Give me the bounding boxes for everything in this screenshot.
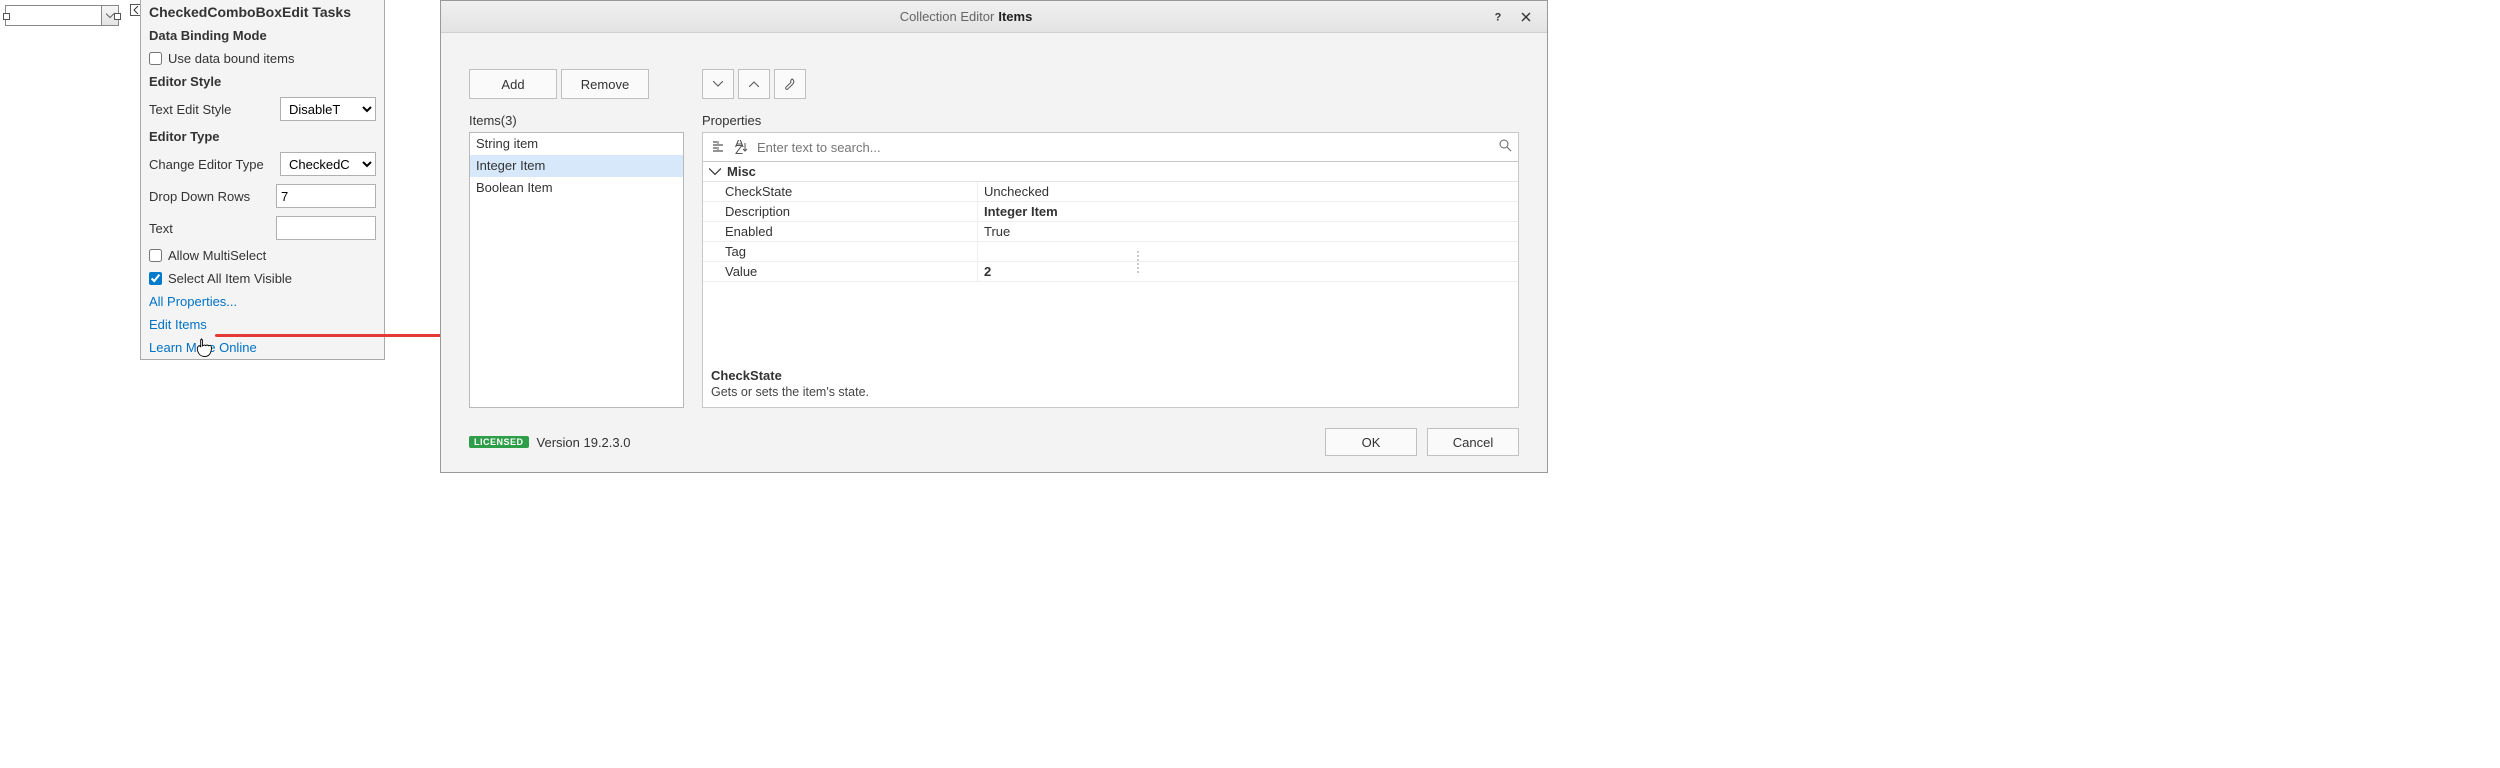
use-data-bound-items-label: Use data bound items [168,51,294,66]
svg-text:?: ? [1495,12,1502,22]
alphabetical-icon: AZ [735,140,749,154]
change-editor-type-label: Change Editor Type [149,157,264,172]
property-description-body: Gets or sets the item's state. [711,385,1510,399]
property-name: Value [703,262,978,281]
properties-search-bar: AZ [702,132,1519,161]
categorized-view-button[interactable] [709,138,727,156]
dialog-titlebar: Collection Editor Items ? [441,1,1547,33]
tasks-title: CheckedComboBoxEdit Tasks [141,0,384,24]
select-all-visible-checkbox[interactable]: Select All Item Visible [149,271,292,286]
move-down-button[interactable] [702,69,734,99]
category-label: Misc [727,164,756,179]
allow-multiselect-checkbox[interactable]: Allow MultiSelect [149,248,266,263]
text-input[interactable] [276,216,376,240]
property-value[interactable]: Integer Item [978,202,1518,221]
property-value[interactable]: 2 [978,262,1518,281]
text-label: Text [149,221,173,236]
property-value[interactable]: Unchecked [978,182,1518,201]
list-item[interactable]: String item [470,133,683,155]
move-up-button[interactable] [738,69,770,99]
combo-dropdown-button[interactable] [101,6,118,25]
remove-button[interactable]: Remove [561,69,649,99]
dialog-title-subject: Items [998,9,1032,24]
license-badge: LICENSED [469,436,529,448]
help-icon: ? [1493,12,1503,22]
property-name: Tag [703,242,978,261]
learn-more-link[interactable]: Learn More Online [149,340,257,355]
property-description-title: CheckState [711,368,1510,383]
property-grid[interactable]: Misc CheckStateUncheckedDescriptionInteg… [702,161,1519,408]
section-editor-type: Editor Type [141,125,384,148]
list-item[interactable]: Integer Item [470,155,683,177]
properties-label: Properties [702,113,1519,128]
property-value[interactable] [978,242,1518,261]
smart-tag-tasks-panel: CheckedComboBoxEdit Tasks Data Binding M… [140,0,385,360]
add-button[interactable]: Add [469,69,557,99]
categorized-icon [711,140,725,154]
dialog-title-prefix: Collection Editor [900,9,995,24]
list-item[interactable]: Boolean Item [470,177,683,199]
cancel-button[interactable]: Cancel [1427,428,1519,456]
select-all-visible-label: Select All Item Visible [168,271,292,286]
splitter-handle[interactable] [1134,251,1141,273]
section-editor-style: Editor Style [141,70,384,93]
property-name: Enabled [703,222,978,241]
chevron-down-icon [713,81,723,87]
allow-multiselect-input[interactable] [149,249,162,262]
text-edit-style-select[interactable]: DisableT [280,97,376,121]
use-data-bound-items-input[interactable] [149,52,162,65]
section-data-binding: Data Binding Mode [141,24,384,47]
property-name: CheckState [703,182,978,201]
property-row[interactable]: DescriptionInteger Item [703,202,1518,222]
chevron-up-icon [749,81,759,87]
edit-items-link[interactable]: Edit Items [149,317,207,332]
property-row[interactable]: Value2 [703,262,1518,282]
all-properties-link[interactable]: All Properties... [149,294,237,309]
chevron-left-icon [132,6,140,14]
alphabetical-view-button[interactable]: AZ [733,138,751,156]
close-icon [1521,12,1531,22]
allow-multiselect-label: Allow MultiSelect [168,248,266,263]
items-column: Add Remove Items(3) String itemInteger I… [469,69,684,408]
combo-editor[interactable] [5,5,119,26]
version-label: Version 19.2.3.0 [537,435,631,450]
change-editor-type-select[interactable]: CheckedC [280,152,376,176]
use-data-bound-items-checkbox[interactable]: Use data bound items [149,51,294,66]
drop-down-rows-input[interactable] [276,184,376,208]
text-edit-style-label: Text Edit Style [149,102,231,117]
items-label: Items(3) [469,113,684,128]
items-list[interactable]: String itemInteger ItemBoolean Item [469,132,684,408]
dialog-footer: LICENSED Version 19.2.3.0 OK Cancel [469,428,1519,456]
property-row[interactable]: CheckStateUnchecked [703,182,1518,202]
collection-editor-dialog: Collection Editor Items ? Add Remove Ite… [440,0,1548,473]
properties-search-input[interactable] [757,140,1493,155]
property-name: Description [703,202,978,221]
drop-down-rows-label: Drop Down Rows [149,189,250,204]
chevron-down-icon [106,13,114,19]
property-row[interactable]: EnabledTrue [703,222,1518,242]
checked-combo-control [5,5,119,26]
help-button[interactable]: ? [1485,4,1511,30]
close-button[interactable] [1513,4,1539,30]
ok-button[interactable]: OK [1325,428,1417,456]
property-category-misc[interactable]: Misc [703,162,1518,182]
property-value[interactable]: True [978,222,1518,241]
property-description: CheckState Gets or sets the item's state… [703,360,1518,407]
wrench-icon [784,78,796,90]
select-all-visible-input[interactable] [149,272,162,285]
search-icon [1499,139,1512,152]
expand-collapse-icon[interactable] [709,166,721,178]
properties-column: Properties AZ Misc CheckStateUnchecke [702,69,1519,408]
svg-text:Z: Z [735,142,743,154]
search-button[interactable] [1499,139,1512,155]
property-row[interactable]: Tag [703,242,1518,262]
settings-button[interactable] [774,69,806,99]
